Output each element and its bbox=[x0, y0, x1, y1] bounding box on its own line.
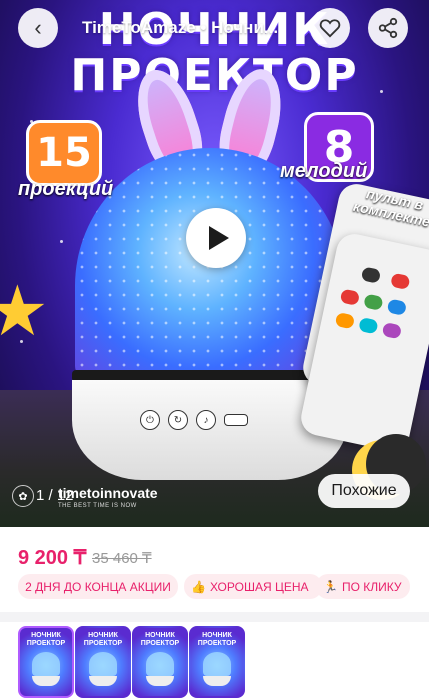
thumbs-up-icon: 👍 bbox=[191, 579, 206, 594]
thumbnail-strip: НОЧНИК ПРОЕКТОР НОЧНИК ПРОЕКТОР НОЧНИК П… bbox=[18, 626, 429, 700]
gallery-icon: ✿ bbox=[12, 485, 34, 507]
melodies-caption: мелодий bbox=[280, 160, 368, 182]
thumbnail-title: НОЧНИК ПРОЕКТОР bbox=[83, 632, 123, 647]
projections-badge: 15 bbox=[26, 120, 102, 186]
shop-title[interactable]: TimeToAmaze • Ночни... bbox=[82, 18, 304, 40]
chip-promo-ends-label: 2 ДНЯ ДО КОНЦА АКЦИИ bbox=[25, 579, 171, 594]
running-person-icon: 🏃 bbox=[323, 579, 338, 594]
play-icon bbox=[208, 226, 229, 250]
brand-tagline: THE BEST TIME IS NOW bbox=[58, 503, 137, 509]
chip-one-click-label: ПО КЛИКУ bbox=[341, 579, 402, 594]
heart-icon bbox=[319, 19, 341, 38]
chevron-left-icon: ‹ bbox=[34, 15, 42, 40]
speaker-icon bbox=[224, 414, 248, 426]
remote-red-icon bbox=[339, 288, 361, 306]
top-bar: ‹ TimeToAmaze • Ночни... bbox=[0, 0, 429, 56]
thumbnail-title: НОЧНИК ПРОЕКТОР bbox=[26, 632, 66, 647]
share-button[interactable] bbox=[368, 8, 408, 48]
play-video-button[interactable] bbox=[186, 208, 246, 268]
chip-good-price[interactable]: 👍 ХОРОШАЯ ЦЕНА bbox=[184, 574, 322, 599]
decor-star-icon: ★ bbox=[0, 272, 49, 350]
thumbnail-title: НОЧНИК ПРОЕКТОР bbox=[140, 632, 180, 647]
share-icon bbox=[378, 17, 398, 39]
thumbnail-title: НОЧНИК ПРОЕКТОР bbox=[197, 632, 237, 647]
remote-blue-icon bbox=[386, 298, 408, 316]
back-button[interactable]: ‹ bbox=[18, 8, 58, 48]
chip-one-click[interactable]: 🏃 ПО КЛИКУ bbox=[316, 574, 410, 599]
thumbnail[interactable]: НОЧНИК ПРОЕКТОР bbox=[75, 626, 131, 698]
old-price: 35 460 ₸ bbox=[92, 550, 152, 567]
music-icon: ♪ bbox=[196, 410, 216, 430]
similar-button[interactable]: Похожие bbox=[318, 474, 410, 508]
product-image[interactable]: НОЧНИК ПРОЕКТОР ⏻ ↻ ♪ 15 проекций 8 мело… bbox=[0, 0, 429, 527]
remote-on-button-icon bbox=[390, 272, 411, 291]
rotate-icon: ↻ bbox=[168, 410, 188, 430]
remote-purple-icon bbox=[381, 321, 403, 340]
remote-off-button-icon bbox=[360, 266, 382, 284]
section-divider bbox=[0, 612, 429, 622]
chip-good-price-label: ХОРОШАЯ ЦЕНА bbox=[209, 579, 309, 594]
projections-caption: проекций bbox=[18, 178, 114, 200]
thumbnail[interactable]: НОЧНИК ПРОЕКТОР bbox=[189, 626, 245, 698]
remote-orange-icon bbox=[334, 311, 356, 330]
chip-promo-ends[interactable]: 2 ДНЯ ДО КОНЦА АКЦИИ bbox=[18, 574, 178, 599]
brand-name: timetoinnovate bbox=[58, 485, 158, 501]
power-icon: ⏻ bbox=[140, 410, 160, 430]
remote-green-icon bbox=[363, 293, 384, 311]
promo-chips: 2 ДНЯ ДО КОНЦА АКЦИИ 👍 ХОРОШАЯ ЦЕНА 🏃 ПО… bbox=[18, 574, 418, 600]
remote-cyan-icon bbox=[358, 316, 379, 335]
thumbnail[interactable]: НОЧНИК ПРОЕКТОР bbox=[132, 626, 188, 698]
current-price: 9 200 ₸ bbox=[18, 547, 87, 569]
favorite-button[interactable] bbox=[310, 8, 350, 48]
thumbnail[interactable]: НОЧНИК ПРОЕКТОР bbox=[18, 626, 74, 698]
headline-line2: ПРОЕКТОР bbox=[70, 50, 359, 101]
